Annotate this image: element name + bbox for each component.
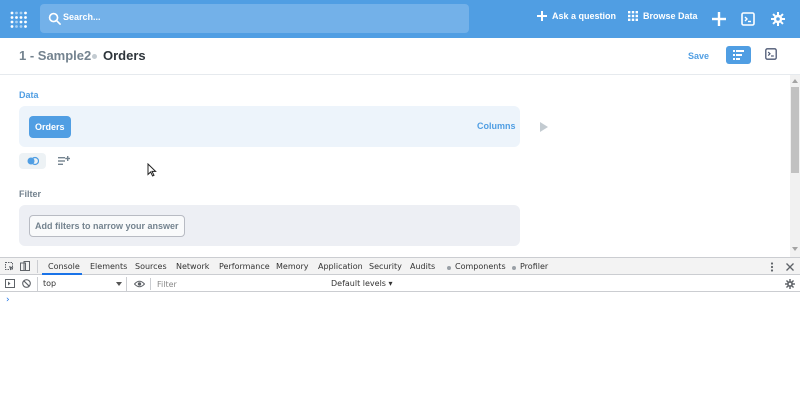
devtools-tab-performance[interactable]: Performance — [219, 262, 270, 271]
search-placeholder: Search... — [63, 12, 101, 22]
devtools-tab-memory[interactable]: Memory — [276, 262, 309, 271]
console-sidebar-icon[interactable] — [5, 279, 15, 288]
metabase-logo-icon[interactable] — [10, 10, 28, 28]
context-value: top — [43, 279, 57, 288]
plus-icon — [537, 11, 547, 21]
console-filter-input[interactable] — [153, 277, 326, 291]
components-extension-icon — [447, 266, 451, 270]
device-toolbar-icon[interactable] — [20, 261, 30, 271]
filter-step: Add filters to narrow your answer — [19, 205, 520, 246]
columns-picker-link[interactable]: Columns — [477, 121, 516, 131]
gear-icon[interactable] — [771, 12, 785, 26]
devtools-panel: Console Elements Sources Network Perform… — [0, 257, 800, 412]
custom-column-icon[interactable] — [58, 156, 70, 166]
add-filter-button[interactable]: Add filters to narrow your answer — [29, 215, 185, 237]
filter-section-label: Filter — [19, 189, 42, 199]
browse-data-label: Browse Data — [643, 11, 698, 21]
clear-console-icon[interactable] — [22, 279, 31, 288]
notebook-icon — [733, 50, 744, 60]
data-source-pill[interactable]: Orders — [29, 116, 71, 138]
data-section-label: Data — [19, 90, 39, 100]
page-title: Orders — [103, 48, 146, 63]
chevron-down-icon — [116, 282, 122, 286]
scroll-down-arrow-icon[interactable] — [792, 247, 798, 251]
data-step: Orders Columns — [19, 106, 520, 147]
save-button[interactable]: Save — [688, 51, 709, 61]
search-icon — [48, 12, 61, 25]
ask-question-button[interactable]: Ask a question — [537, 11, 616, 21]
console-toolbar: top Default levels ▾ — [0, 276, 800, 292]
console-prompt[interactable]: › — [5, 295, 10, 305]
preview-play-icon[interactable] — [540, 122, 548, 132]
scroll-up-arrow-icon[interactable] — [792, 79, 798, 83]
question-header: 1 - Sample2 Orders Save — [0, 38, 800, 75]
notebook-toggle-button[interactable] — [726, 46, 751, 64]
close-icon[interactable] — [786, 263, 794, 271]
devtools-tab-network[interactable]: Network — [176, 262, 209, 271]
breadcrumb-separator — [92, 54, 97, 59]
log-levels-dropdown[interactable]: Default levels ▾ — [331, 279, 393, 288]
scroll-thumb[interactable] — [791, 87, 799, 173]
view-sql-icon[interactable] — [765, 48, 777, 60]
devtools-tab-bar: Console Elements Sources Network Perform… — [0, 258, 800, 275]
search-bar[interactable]: Search... — [40, 4, 469, 33]
notebook-editor: Data Orders Columns Filter Add filters t… — [0, 75, 790, 257]
devtools-tab-security[interactable]: Security — [369, 262, 402, 271]
tab-divider — [37, 260, 38, 273]
devtools-tab-application[interactable]: Application — [318, 262, 363, 271]
devtools-tab-sources[interactable]: Sources — [135, 262, 167, 271]
sql-editor-icon[interactable] — [741, 12, 755, 26]
devtools-tab-audits[interactable]: Audits — [410, 262, 435, 271]
notebook-scrollbar[interactable] — [790, 75, 800, 257]
new-plus-icon[interactable] — [712, 12, 726, 26]
join-icon — [27, 156, 39, 166]
active-tab-indicator — [42, 273, 82, 275]
join-step-button[interactable] — [19, 153, 46, 169]
collection-breadcrumb[interactable]: 1 - Sample2 — [19, 48, 91, 63]
more-options-icon[interactable] — [770, 262, 774, 272]
browse-data-button[interactable]: Browse Data — [628, 11, 698, 21]
profiler-extension-icon — [512, 266, 516, 270]
mouse-cursor-icon — [147, 163, 157, 177]
grid-icon — [628, 11, 638, 21]
devtools-tab-components[interactable]: Components — [455, 262, 506, 271]
javascript-context-select[interactable]: top — [37, 277, 127, 291]
eye-icon[interactable] — [134, 280, 145, 288]
inspect-element-icon[interactable] — [5, 262, 14, 271]
top-nav: Search... Ask a question Browse Data — [0, 0, 800, 38]
devtools-tab-profiler[interactable]: Profiler — [520, 262, 548, 271]
devtools-tab-console[interactable]: Console — [48, 262, 80, 271]
devtools-tab-elements[interactable]: Elements — [90, 262, 127, 271]
ask-question-label: Ask a question — [552, 11, 617, 21]
toolbar-divider — [150, 278, 151, 290]
console-settings-gear-icon[interactable] — [785, 279, 795, 289]
